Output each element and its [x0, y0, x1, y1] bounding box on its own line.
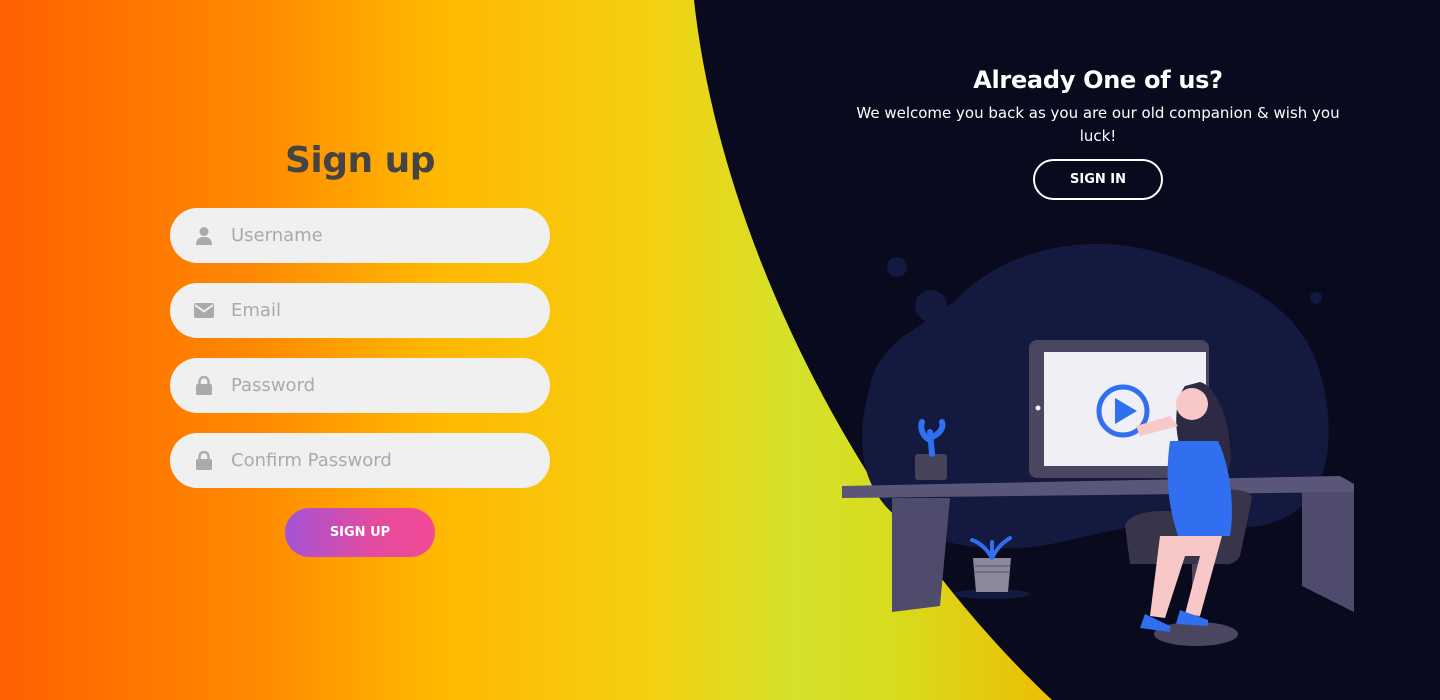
- email-input[interactable]: [231, 300, 531, 321]
- lock-icon: [192, 449, 216, 473]
- signin-panel: Already One of us? We welcome you back a…: [840, 62, 1356, 200]
- bubble-tiny: [1310, 292, 1322, 304]
- person-body: [1167, 441, 1232, 536]
- signup-form: Sign up SIGN UP: [170, 138, 550, 557]
- confirm-password-input[interactable]: [231, 450, 531, 471]
- email-field[interactable]: [170, 283, 550, 338]
- monitor-camera: [1035, 405, 1041, 411]
- password-field[interactable]: [170, 358, 550, 413]
- desk-leg-right: [1302, 492, 1354, 612]
- signin-button[interactable]: SIGN IN: [1033, 159, 1163, 200]
- user-icon: [192, 224, 216, 248]
- panel-title: Already One of us?: [973, 66, 1223, 94]
- username-input[interactable]: [231, 225, 531, 246]
- password-input[interactable]: [231, 375, 531, 396]
- signup-button[interactable]: SIGN UP: [285, 508, 435, 557]
- desk-illustration: [842, 243, 1354, 646]
- signup-title: Sign up: [284, 140, 436, 181]
- confirm-password-field[interactable]: [170, 433, 550, 488]
- cactus-pot: [915, 454, 947, 480]
- person-legs: [1150, 536, 1222, 618]
- person-head: [1176, 388, 1208, 420]
- plant-pot: [973, 558, 1011, 592]
- bubble-large: [915, 290, 947, 322]
- bubble-small: [887, 257, 907, 277]
- desk-leg-left: [892, 498, 950, 612]
- lock-icon: [192, 374, 216, 398]
- username-field[interactable]: [170, 208, 550, 263]
- envelope-icon: [192, 299, 216, 323]
- panel-text: We welcome you back as you are our old c…: [856, 104, 1340, 145]
